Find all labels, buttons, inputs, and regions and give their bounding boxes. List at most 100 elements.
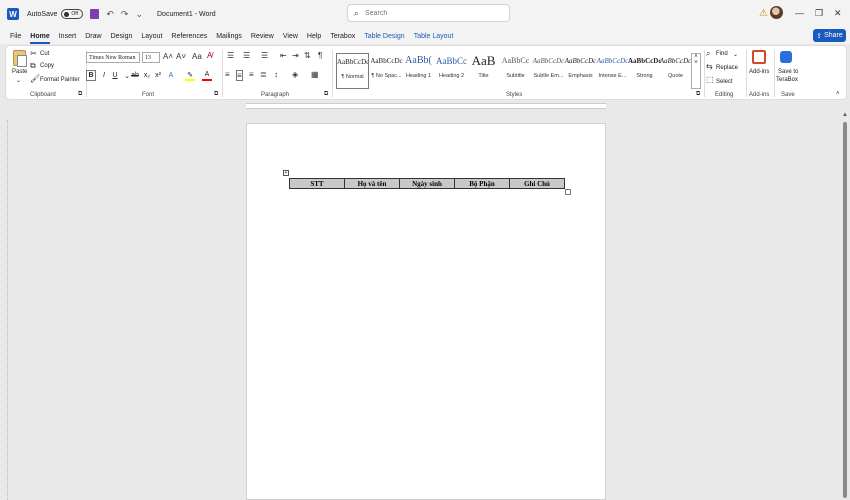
style-strong[interactable]: AaBbCcDc Strong [628,53,661,89]
cut-button[interactable]: Cut [40,51,49,57]
select-button[interactable]: Select [716,79,733,85]
cut-icon[interactable]: ✂ [30,49,37,58]
style-normal[interactable]: AaBbCcDc ¶ Normal [336,53,369,89]
style-no-spacing[interactable]: AaBbCcDc ¶ No Spac... [370,53,403,89]
horizontal-ruler[interactable] [0,102,850,110]
style-emphasis[interactable]: AaBbCcDc Emphasis [564,53,597,89]
tab-references[interactable]: References [171,28,207,44]
style-subtle-emphasis[interactable]: AaBbCcDc Subtle Em... [532,53,565,89]
undo-icon[interactable]: ↶ [106,9,114,20]
minimize-button[interactable]: — [795,8,804,18]
paste-label[interactable]: Paste [12,69,27,75]
multilevel-list-icon[interactable]: ☰ [261,51,268,60]
bold-button[interactable]: B [86,70,96,81]
vertical-scrollbar[interactable]: ▲ [841,112,849,500]
restore-button[interactable]: ❐ [815,8,823,19]
redo-icon[interactable]: ↷ [121,9,129,20]
replace-icon[interactable]: ⇆ [706,62,713,71]
font-color-icon[interactable]: A [202,70,212,81]
style-title[interactable]: AaB Title [467,53,500,89]
tab-layout[interactable]: Layout [141,28,162,44]
style-intense-emphasis[interactable]: AaBbCcDc Intense E... [596,53,629,89]
sort-icon[interactable]: ⇅ [304,51,311,60]
numbering-icon[interactable]: ☰ [243,51,250,60]
change-case-icon[interactable]: Aa [192,52,202,61]
style-heading-2[interactable]: AaBbCc Heading 2 [435,53,468,89]
terabox-icon[interactable] [780,51,792,63]
shrink-font-icon[interactable]: A˅ [176,52,186,61]
table-cell[interactable]: Ghi Chú [509,178,565,189]
line-spacing-icon[interactable]: ↕ [274,70,278,79]
styles-gallery-more[interactable]: ˄ ˅ [691,53,701,89]
align-left-icon[interactable]: ≡ [225,70,230,79]
clipboard-launcher-icon[interactable]: ⧉ [78,91,82,98]
tab-draw[interactable]: Draw [85,28,101,44]
justify-icon[interactable]: ≣ [260,70,267,79]
find-icon[interactable]: ⌕ [706,49,710,59]
replace-button[interactable]: Replace [716,65,738,71]
paragraph-launcher-icon[interactable]: ⧉ [324,91,328,98]
tab-table-design[interactable]: Table Design [364,28,404,44]
warning-icon[interactable]: ⚠ [759,8,768,19]
align-right-icon[interactable]: ≡ [249,70,254,79]
font-launcher-icon[interactable]: ⧉ [214,91,218,98]
user-avatar[interactable] [770,6,783,19]
paste-dropdown-icon[interactable]: ⌄ [16,77,21,84]
collapse-ribbon-icon[interactable]: ˄ [836,91,840,97]
highlight-icon[interactable]: ✎ [185,70,195,81]
superscript-button[interactable]: x² [153,70,163,81]
tab-home[interactable]: Home [30,28,51,44]
style-heading-1[interactable]: AaBb( Heading 1 [402,53,435,89]
table-resize-handle[interactable] [565,189,571,195]
tab-insert[interactable]: Insert [59,28,77,44]
customize-quick-access-icon[interactable]: ⌄ [135,9,143,20]
increase-indent-icon[interactable]: ⇥ [292,51,299,60]
font-name-box[interactable]: Times New Roman [86,52,140,63]
add-ins-button[interactable]: Add-ins [749,69,769,75]
table-move-handle-icon[interactable]: + [283,170,289,176]
tab-view[interactable]: View [283,28,298,44]
subscript-button[interactable]: x₂ [142,70,152,81]
underline-button[interactable]: U [110,70,120,81]
scroll-up-icon[interactable]: ▲ [842,112,848,118]
tab-terabox[interactable]: Terabox [330,28,355,44]
table-cell[interactable]: STT [289,178,345,189]
document-page[interactable]: + STT Họ và tên Ngày sinh Bộ Phận Ghi Ch… [246,123,606,500]
share-button[interactable]: ⇪ Share [813,29,846,42]
show-formatting-icon[interactable]: ¶ [318,51,322,60]
find-dropdown-icon[interactable]: ⌄ [733,51,738,58]
table-cell[interactable]: Ngày sinh [399,178,455,189]
borders-icon[interactable]: ▦ [311,70,319,79]
text-effects-icon[interactable]: A [166,70,176,81]
decrease-indent-icon[interactable]: ⇤ [280,51,287,60]
italic-button[interactable]: I [99,70,109,81]
strikethrough-button[interactable]: ab [130,70,140,81]
scrollbar-thumb[interactable] [843,122,847,498]
search-box[interactable]: ⌕ [347,4,510,22]
find-button[interactable]: Find [716,51,728,57]
tab-help[interactable]: Help [307,28,321,44]
align-center-icon[interactable]: ≡ [236,70,243,81]
copy-icon[interactable]: ⧉ [30,61,36,71]
autosave-toggle[interactable]: Off [61,9,84,19]
tab-review[interactable]: Review [251,28,274,44]
paste-icon[interactable] [13,50,27,67]
search-input[interactable] [365,9,496,17]
close-button[interactable]: ✕ [834,8,842,19]
vertical-ruler[interactable] [2,120,8,500]
shading-icon[interactable]: ◈ [292,70,298,79]
tab-table-layout[interactable]: Table Layout [414,28,454,44]
clear-formatting-icon[interactable]: A̸ [207,51,212,60]
style-quote[interactable]: AaBbCcDc Quote [659,53,692,89]
format-painter-icon[interactable]: 🖌 [30,74,40,83]
font-size-box[interactable]: 13 [142,52,160,63]
select-icon[interactable]: ⬚ [706,75,714,84]
table-cell[interactable]: Bộ Phận [454,178,510,189]
style-subtitle[interactable]: AaBbCc Subtitle [499,53,532,89]
bullets-icon[interactable]: ☰ [227,51,234,60]
tab-file[interactable]: File [10,28,21,44]
save-terabox-line1[interactable]: Save to [778,69,798,75]
table-cell[interactable]: Họ và tên [344,178,400,189]
document-table[interactable]: STT Họ và tên Ngày sinh Bộ Phận Ghi Chú [289,178,565,189]
grow-font-icon[interactable]: A˄ [163,52,173,61]
